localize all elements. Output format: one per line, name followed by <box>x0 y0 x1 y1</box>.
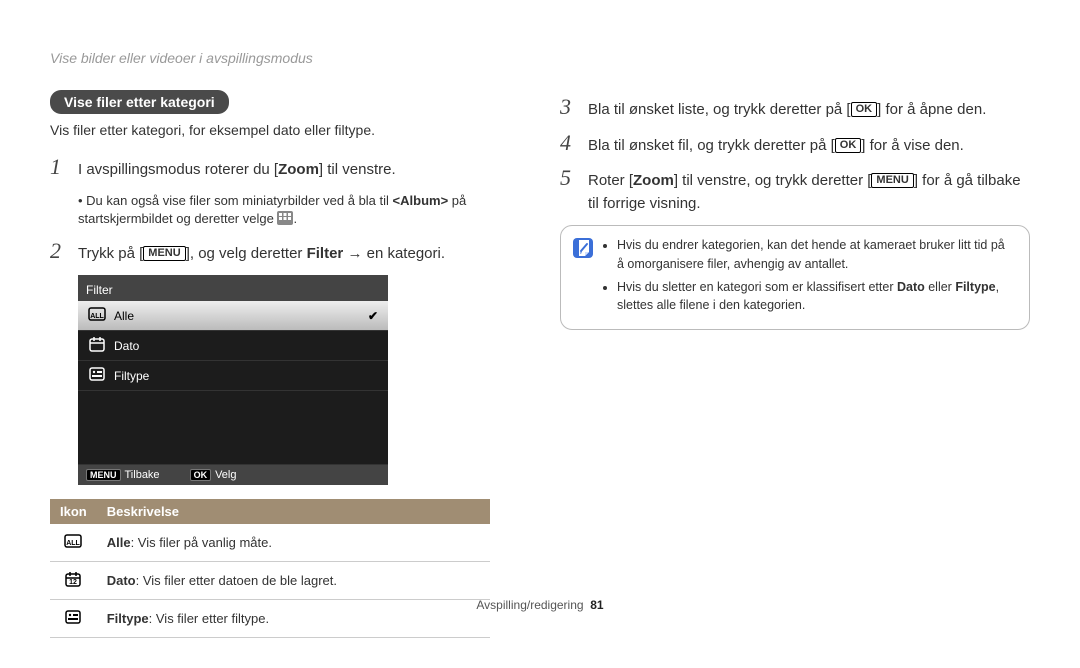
step-text: Bla til ønsket fil, og trykk deretter på… <box>588 135 1030 158</box>
step-text: Bla til ønsket liste, og trykk deretter … <box>588 99 1030 122</box>
table-head-icon: Ikon <box>50 499 97 524</box>
select-key: OK <box>190 469 212 481</box>
step-4: 4 Bla til ønsket fil, og trykk deretter … <box>560 132 1030 158</box>
filter-screen: Filter ALL Alle ✔ Dato <box>78 275 388 485</box>
row-label: Dato <box>114 339 139 353</box>
back-key: MENU <box>86 469 121 481</box>
table-row: ALL Alle: Vis filer på vanlig måte. <box>50 524 490 562</box>
step-number: 2 <box>50 240 68 262</box>
table-head-desc: Beskrivelse <box>97 499 490 524</box>
icon-description-table: Ikon Beskrivelse ALL Alle: Vis filer på … <box>50 499 490 638</box>
menu-key: MENU <box>143 246 185 261</box>
row-label: Filtype <box>114 369 149 383</box>
note-item: Hvis du sletter en kategori som er klass… <box>617 278 1015 316</box>
all-icon: ALL <box>50 524 97 562</box>
grid-icon <box>277 211 293 225</box>
step-text: Trykk på [MENU], og velg deretter Filter… <box>78 243 520 266</box>
date-icon <box>88 335 104 356</box>
all-icon: ALL <box>88 305 104 326</box>
step-1-sub: Du kan også vise filer som miniatyrbilde… <box>78 192 520 228</box>
note-box: Hvis du endrer kategorien, kan det hende… <box>560 225 1030 330</box>
row-label: Alle <box>114 309 134 323</box>
step-number: 4 <box>560 132 578 154</box>
step-5: 5 Roter [Zoom] til venstre, og trykk der… <box>560 167 1030 215</box>
check-icon: ✔ <box>368 309 378 323</box>
section-title-pill: Vise filer etter kategori <box>50 90 229 114</box>
svg-text:ALL: ALL <box>67 540 81 547</box>
date-icon: 12 <box>50 562 97 600</box>
breadcrumb: Vise bilder eller videoer i avspillingsm… <box>50 50 520 66</box>
svg-text:12: 12 <box>69 579 77 586</box>
table-row: 12 Dato: Vis filer etter datoen de ble l… <box>50 562 490 600</box>
screen-footer: MENUTilbake OKVelg <box>78 465 388 481</box>
screen-title: Filter <box>78 281 388 301</box>
step-number: 3 <box>560 96 578 118</box>
svg-text:ALL: ALL <box>90 313 104 320</box>
step-2: 2 Trykk på [MENU], og velg deretter Filt… <box>50 240 520 266</box>
step-1: 1 I avspillingsmodus roterer du [Zoom] t… <box>50 156 520 182</box>
step-number: 5 <box>560 167 578 189</box>
menu-key: MENU <box>871 173 913 188</box>
step-3: 3 Bla til ønsket liste, og trykk derette… <box>560 96 1030 122</box>
note-icon <box>571 236 595 260</box>
page-footer: Avspilling/redigering 81 <box>0 598 1080 612</box>
ok-key: OK <box>835 138 862 153</box>
filter-row-filtype[interactable]: Filtype <box>78 361 388 391</box>
filter-row-all[interactable]: ALL Alle ✔ <box>78 301 388 331</box>
step-text: I avspillingsmodus roterer du [Zoom] til… <box>78 159 520 182</box>
step-text: Roter [Zoom] til venstre, og trykk deret… <box>588 170 1030 215</box>
filetype-icon <box>88 365 104 386</box>
filter-row-dato[interactable]: Dato <box>78 331 388 361</box>
section-intro: Vis filer etter kategori, for eksempel d… <box>50 122 520 138</box>
ok-key: OK <box>851 102 878 117</box>
note-item: Hvis du endrer kategorien, kan det hende… <box>617 236 1015 274</box>
step-number: 1 <box>50 156 68 178</box>
